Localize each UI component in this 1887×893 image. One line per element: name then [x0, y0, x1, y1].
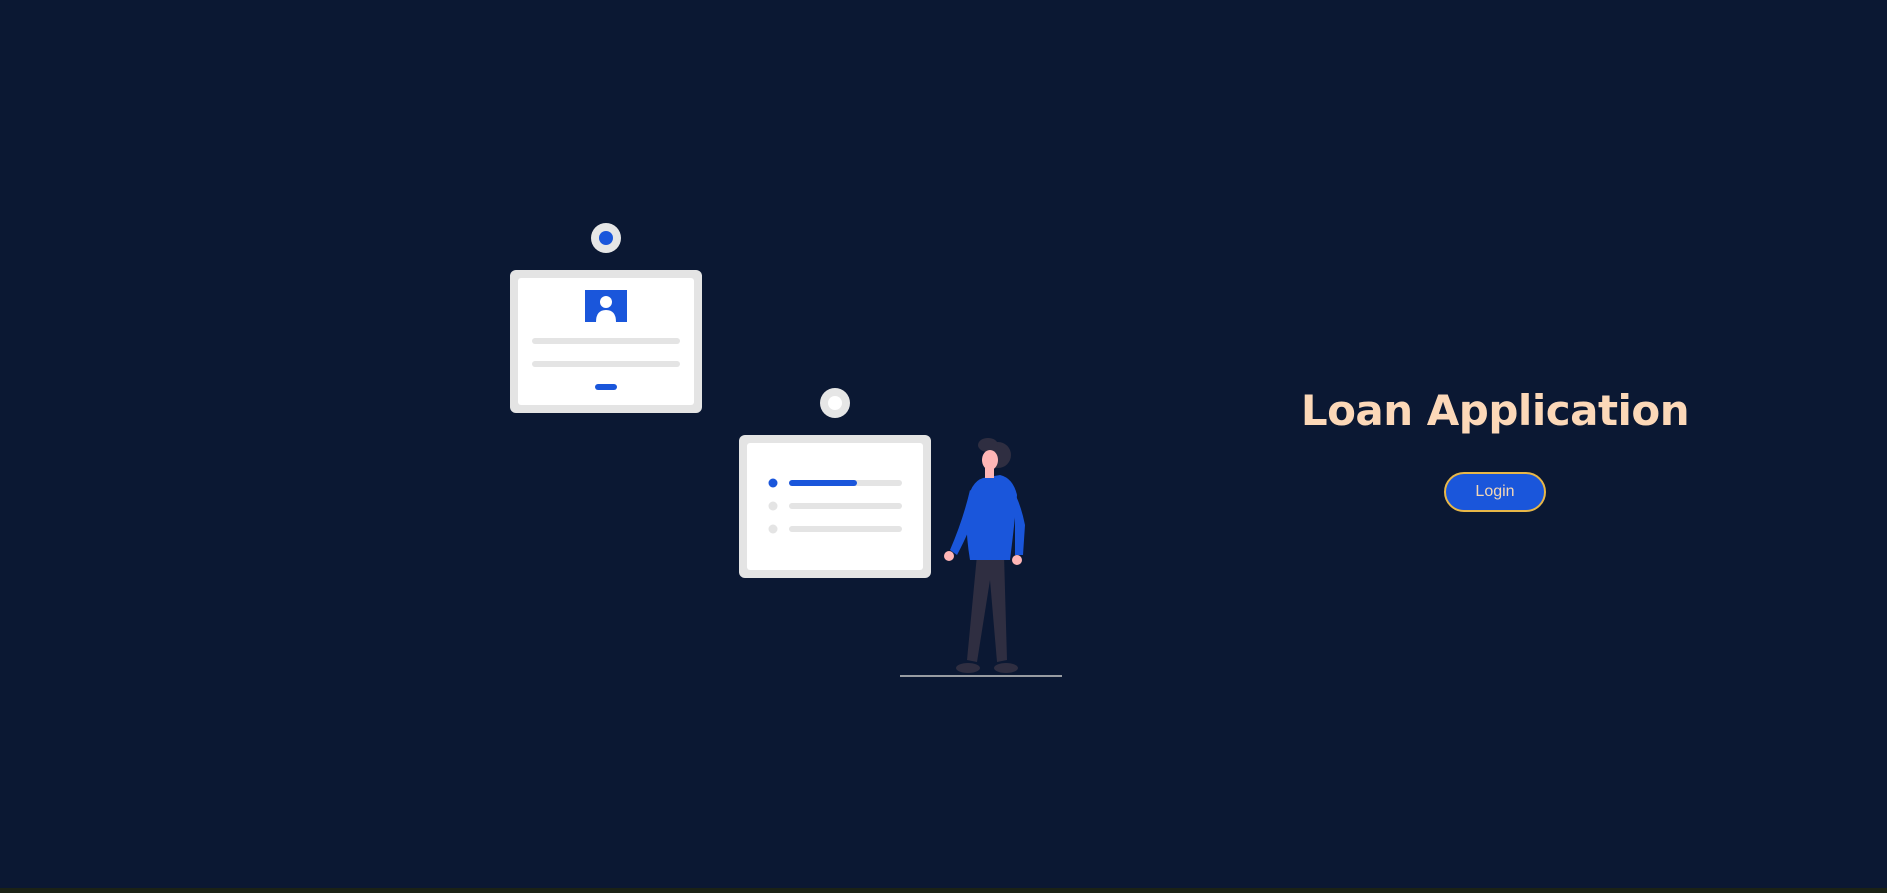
bottom-strip: [0, 888, 1887, 893]
progress-card-pin-icon: [820, 388, 850, 418]
person-figure: [944, 438, 1025, 673]
profile-card-icon: [510, 270, 702, 413]
login-button[interactable]: Login: [1444, 472, 1546, 512]
page-title: Loan Application: [1300, 386, 1690, 435]
hero-section: Loan Application Login: [1300, 380, 1690, 512]
loan-illustration: [510, 223, 1062, 677]
progress-list-card-icon: [739, 435, 931, 578]
profile-card-pin-icon: [591, 223, 621, 253]
landing-page: Loan Application Login: [0, 0, 1887, 893]
